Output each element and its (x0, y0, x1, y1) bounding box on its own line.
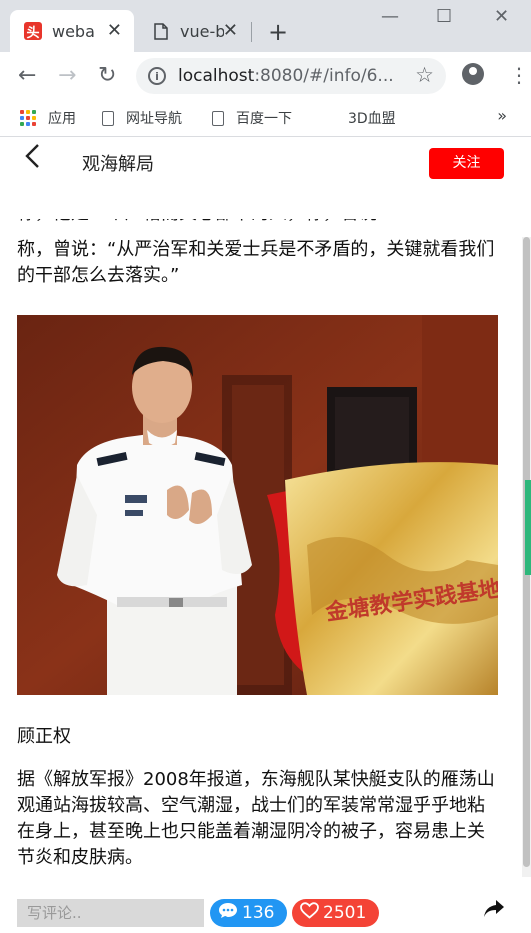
page-viewport: 观海解局 关注 称，他是一个严格而关心部下的人，称，曾说 称，曾说：“从严治军和… (0, 137, 531, 933)
browser-toolbar: ← → ↻ i localhost:8080/#/info/6... ☆ (0, 52, 531, 100)
profile-avatar-icon[interactable] (462, 63, 484, 85)
document-icon (102, 110, 114, 126)
reload-icon[interactable]: ↻ (98, 64, 116, 88)
close-window-icon[interactable]: ✕ (494, 6, 509, 27)
bookmark-apps[interactable]: 应用 (20, 108, 76, 128)
new-tab-icon[interactable]: + (268, 18, 288, 46)
heart-icon (300, 902, 319, 924)
back-chevron-icon[interactable] (24, 143, 40, 175)
bookmark-baidu[interactable]: 百度一下 (212, 108, 292, 128)
like-count: 2501 (323, 903, 367, 923)
article-header: 观海解局 关注 (0, 137, 531, 189)
forward-arrow-icon[interactable]: → (58, 64, 76, 88)
clipped-text: 称，他是一个严格而关心部下的人，称，曾说 (17, 219, 495, 227)
tab-separator (251, 22, 252, 42)
address-bar[interactable]: i localhost:8080/#/info/6... ☆ (136, 58, 446, 94)
tab-title: weba (52, 21, 95, 41)
share-arrow-icon[interactable] (483, 899, 505, 925)
bookmark-label: 百度一下 (236, 111, 292, 127)
author-name[interactable]: 观海解局 (82, 150, 154, 176)
bookmark-3d[interactable]: 3D血盟 (348, 108, 396, 128)
comment-input[interactable] (17, 899, 204, 927)
likes-count-button[interactable]: 2501 (292, 899, 379, 927)
minimize-icon[interactable]: — (381, 6, 399, 27)
toutiao-icon: 头 (24, 22, 42, 41)
url-path: :8080/#/info/6... (254, 66, 394, 86)
url-text[interactable]: localhost:8080/#/info/6... (178, 66, 394, 86)
close-tab-icon[interactable]: ✕ (223, 20, 238, 41)
article-body: 称，曾说：“从严治军和关爱士兵是不矛盾的，关键就看我们的干部怎么去落实。” (17, 237, 495, 289)
photo-caption: 顾正权 (17, 726, 71, 747)
comment-bubble-icon (218, 902, 238, 924)
info-icon[interactable]: i (148, 67, 166, 85)
paragraph: 据《解放军报》2008年报道，东海舰队某快艇支队的雁荡山观通站海拔较高、空气潮湿… (17, 769, 495, 868)
bookmark-nav[interactable]: 网址导航 (102, 108, 182, 128)
back-arrow-icon[interactable]: ← (18, 64, 36, 88)
bookmark-star-icon[interactable]: ☆ (415, 63, 434, 87)
tab-strip: 头 weba ✕ vue-b ✕ + — ☐ ✕ (0, 0, 531, 52)
bookmark-label: 网址导航 (126, 111, 182, 127)
apps-grid-icon (20, 110, 36, 126)
article-photo[interactable]: 金塘教学实践基地 (17, 315, 498, 695)
bookmark-label: 应用 (48, 111, 76, 127)
url-host: localhost (178, 66, 255, 86)
side-edge-decoration (525, 480, 531, 575)
browser-tab-inactive[interactable]: vue-b ✕ (138, 10, 250, 52)
follow-button[interactable]: 关注 (429, 148, 504, 179)
document-icon (212, 110, 224, 126)
menu-kebab-icon[interactable]: ⋮ (509, 63, 529, 87)
comment-count: 136 (242, 903, 275, 923)
article-footer: 136 2501 (0, 893, 531, 933)
comments-count-button[interactable]: 136 (210, 899, 287, 927)
bookmarks-bar: 应用 网址导航 百度一下 3D血盟 » (0, 100, 531, 137)
tab-title: vue-b (180, 21, 224, 41)
bookmark-label: 3D血盟 (348, 111, 396, 127)
document-icon (152, 22, 170, 40)
bookmarks-more-icon[interactable]: » (497, 106, 507, 125)
paragraph: 称，曾说：“从严治军和关爱士兵是不矛盾的，关键就看我们的干部怎么去落实。” (17, 239, 495, 286)
browser-tab-active[interactable]: 头 weba ✕ (10, 10, 134, 52)
close-tab-icon[interactable]: ✕ (107, 20, 122, 41)
clipped-text-line: 称，他是一个严格而关心部下的人，称，曾说 (17, 219, 495, 229)
maximize-icon[interactable]: ☐ (436, 6, 452, 27)
